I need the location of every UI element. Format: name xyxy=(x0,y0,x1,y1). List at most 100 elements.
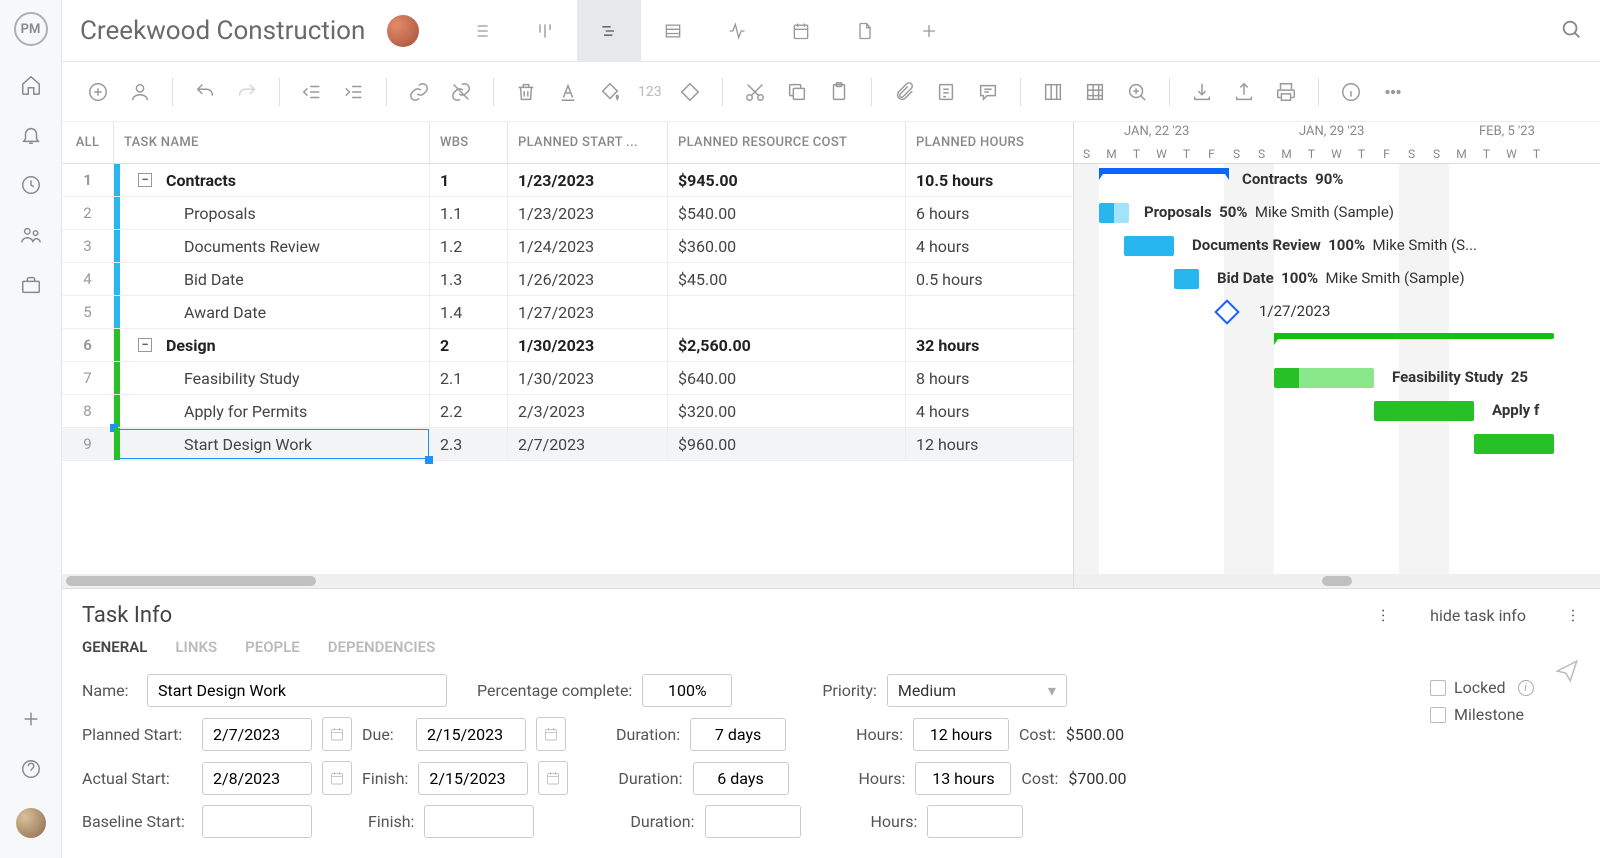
indent-icon[interactable] xyxy=(340,78,368,106)
more-icon[interactable] xyxy=(1379,78,1407,106)
task-name-cell[interactable]: Start Design Work xyxy=(114,428,430,460)
gantt-hscroll[interactable] xyxy=(1074,574,1600,588)
gantt-bar[interactable] xyxy=(1124,236,1174,256)
task-name-cell[interactable]: Documents Review xyxy=(114,230,430,262)
view-activity-icon[interactable] xyxy=(705,0,769,62)
print-icon[interactable] xyxy=(1272,78,1300,106)
view-gantt-icon[interactable] xyxy=(577,0,641,62)
collapse-icon[interactable]: − xyxy=(138,338,152,352)
task-name-cell[interactable]: Proposals xyxy=(114,197,430,229)
col-header-hours[interactable]: PLANNED HOURS xyxy=(906,122,1066,163)
table-row[interactable]: 7 Feasibility Study 2.1 1/30/2023 $640.0… xyxy=(62,362,1073,395)
gantt-bar[interactable] xyxy=(1099,203,1129,223)
app-logo[interactable]: PM xyxy=(14,12,48,46)
paste-icon[interactable] xyxy=(825,78,853,106)
pstart-input[interactable] xyxy=(202,718,312,751)
tab-people[interactable]: PEOPLE xyxy=(245,638,300,656)
col-header-start[interactable]: PLANNED START ... xyxy=(508,122,668,163)
milestone-checkbox[interactable]: Milestone xyxy=(1430,705,1580,724)
assign-icon[interactable] xyxy=(126,78,154,106)
bell-icon[interactable] xyxy=(20,124,42,146)
pduration-input[interactable] xyxy=(690,718,786,751)
view-add-icon[interactable] xyxy=(897,0,961,62)
help-icon[interactable] xyxy=(20,758,42,780)
view-table-icon[interactable] xyxy=(641,0,705,62)
attach-icon[interactable] xyxy=(890,78,918,106)
fill-icon[interactable] xyxy=(596,78,624,106)
priority-select[interactable]: Medium▾ xyxy=(887,674,1067,707)
phours-input[interactable] xyxy=(913,718,1009,751)
redo-icon[interactable] xyxy=(233,78,261,106)
ahours-input[interactable] xyxy=(915,762,1011,795)
collapse-icon[interactable]: − xyxy=(138,173,152,187)
search-icon[interactable] xyxy=(1560,18,1582,44)
table-row[interactable]: 3 Documents Review 1.2 1/24/2023 $360.00… xyxy=(62,230,1073,263)
col-header-wbs[interactable]: WBS xyxy=(430,122,508,163)
task-name-cell[interactable]: −Design xyxy=(114,329,430,361)
col-header-cost[interactable]: PLANNED RESOURCE COST xyxy=(668,122,906,163)
tab-general[interactable]: GENERAL xyxy=(82,638,147,656)
bstart-input[interactable] xyxy=(202,805,312,838)
bduration-input[interactable] xyxy=(705,805,801,838)
gantt-bar[interactable] xyxy=(1174,269,1199,289)
gantt-bar[interactable] xyxy=(1099,168,1229,174)
grid-icon[interactable] xyxy=(1081,78,1109,106)
milestone-diamond[interactable] xyxy=(1214,299,1239,324)
task-name-cell[interactable]: −Contracts xyxy=(114,164,430,196)
cut-icon[interactable] xyxy=(741,78,769,106)
add-task-icon[interactable] xyxy=(84,78,112,106)
undo-icon[interactable] xyxy=(191,78,219,106)
link-icon[interactable] xyxy=(405,78,433,106)
people-icon[interactable] xyxy=(20,224,42,246)
copy-icon[interactable] xyxy=(783,78,811,106)
task-name-cell[interactable]: Apply for Permits xyxy=(114,395,430,427)
hide-task-info-button[interactable]: ︙ hide task info ︙ xyxy=(1376,606,1580,626)
task-name-cell[interactable]: Feasibility Study xyxy=(114,362,430,394)
briefcase-icon[interactable] xyxy=(20,274,42,296)
task-name-cell[interactable]: Award Date xyxy=(114,296,430,328)
table-row[interactable]: 5 Award Date 1.4 1/27/2023 xyxy=(62,296,1073,329)
table-row[interactable]: 1 −Contracts 1 1/23/2023 $945.00 10.5 ho… xyxy=(62,164,1073,197)
tab-links[interactable]: LINKS xyxy=(175,638,217,656)
table-row[interactable]: 2 Proposals 1.1 1/23/2023 $540.00 6 hour… xyxy=(62,197,1073,230)
columns-icon[interactable] xyxy=(1039,78,1067,106)
calendar-icon[interactable] xyxy=(322,761,352,795)
calendar-icon[interactable] xyxy=(322,717,352,751)
pct-input[interactable] xyxy=(642,674,732,707)
send-icon[interactable] xyxy=(1554,658,1580,688)
info-icon[interactable] xyxy=(1337,78,1365,106)
unlink-icon[interactable] xyxy=(447,78,475,106)
tab-dependencies[interactable]: DEPENDENCIES xyxy=(328,638,436,656)
gantt-bar[interactable] xyxy=(1374,401,1474,421)
home-icon[interactable] xyxy=(20,74,42,96)
view-file-icon[interactable] xyxy=(833,0,897,62)
aduration-input[interactable] xyxy=(693,762,789,795)
astart-input[interactable] xyxy=(202,762,312,795)
note-icon[interactable] xyxy=(932,78,960,106)
due-input[interactable] xyxy=(416,718,526,751)
bfinish-input[interactable] xyxy=(424,805,534,838)
export-icon[interactable] xyxy=(1230,78,1258,106)
table-row[interactable]: 9 Start Design Work 2.3 2/7/2023 $960.00… xyxy=(62,428,1073,461)
col-header-all[interactable]: ALL xyxy=(62,122,114,163)
user-avatar[interactable] xyxy=(16,808,46,838)
view-list-icon[interactable] xyxy=(449,0,513,62)
project-avatar[interactable] xyxy=(387,15,419,47)
gantt-bar[interactable] xyxy=(1474,434,1554,454)
view-calendar-icon[interactable] xyxy=(769,0,833,62)
milestone-icon[interactable] xyxy=(676,78,704,106)
gantt-bar[interactable] xyxy=(1274,368,1374,388)
delete-icon[interactable] xyxy=(512,78,540,106)
calendar-icon[interactable] xyxy=(538,761,568,795)
zoom-icon[interactable] xyxy=(1123,78,1151,106)
plus-icon[interactable] xyxy=(20,708,42,730)
text-color-icon[interactable] xyxy=(554,78,582,106)
clock-icon[interactable] xyxy=(20,174,42,196)
calendar-icon[interactable] xyxy=(536,717,566,751)
finish-input[interactable] xyxy=(418,762,528,795)
name-input[interactable] xyxy=(147,674,447,707)
table-row[interactable]: 8 Apply for Permits 2.2 2/3/2023 $320.00… xyxy=(62,395,1073,428)
comment-icon[interactable] xyxy=(974,78,1002,106)
table-row[interactable]: 4 Bid Date 1.3 1/26/2023 $45.00 0.5 hour… xyxy=(62,263,1073,296)
grid-hscroll[interactable] xyxy=(62,574,1073,588)
